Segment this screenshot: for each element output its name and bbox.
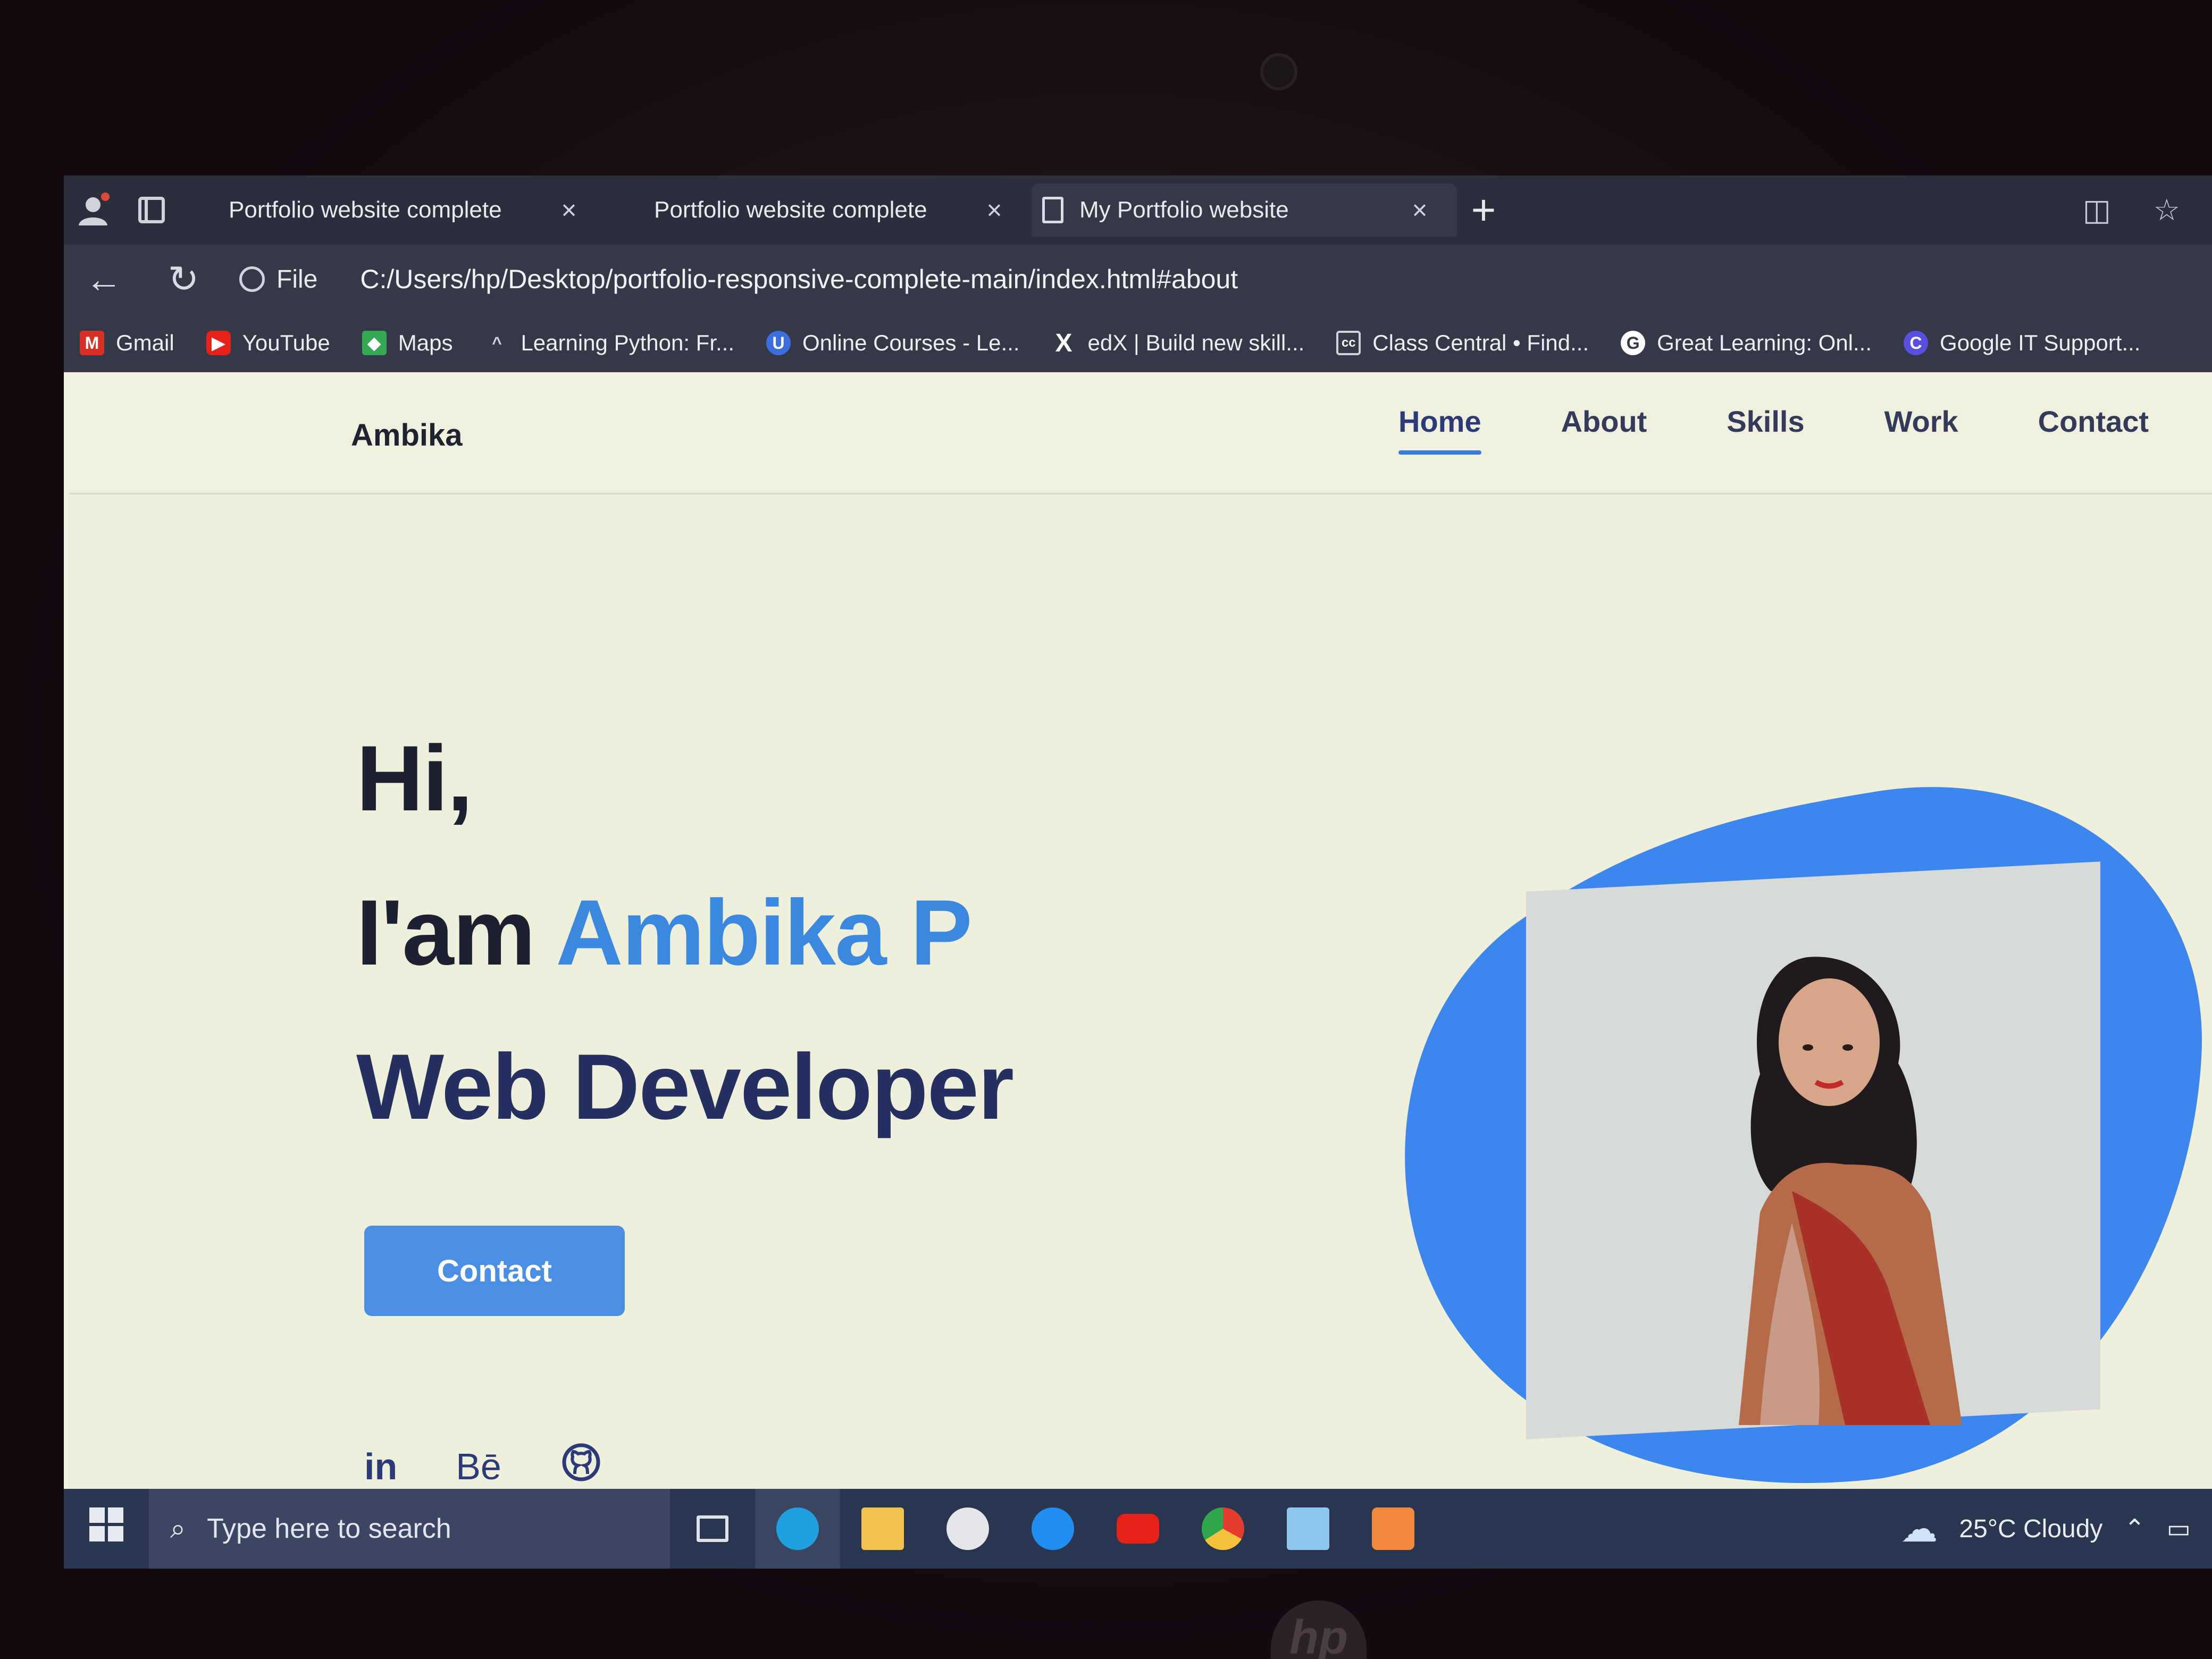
close-icon[interactable]: × [553, 195, 585, 225]
bookmark-label: Learning Python: Fr... [521, 330, 735, 355]
bookmark-great-learning[interactable]: G Great Learning: Onl... [1621, 330, 1872, 356]
url-input[interactable]: C:/Users/hp/Desktop/portfolio-responsive… [360, 264, 1238, 295]
site-header: Ambika Home About Skills Work Contact [69, 372, 2212, 495]
profile-photo-blob [1405, 787, 2202, 1484]
search-placeholder: Type here to search [207, 1513, 451, 1544]
hero-role: Web Developer [356, 1035, 1014, 1139]
address-bar: ← ↻ File C:/Users/hp/Desktop/portfolio-r… [64, 245, 2212, 314]
search-icon: ⌕ [170, 1513, 186, 1544]
nav-skills[interactable]: Skills [1727, 404, 1804, 455]
nav-home[interactable]: Home [1398, 404, 1481, 455]
bookmark-label: edX | Build new skill... [1087, 330, 1305, 355]
cloud-icon: ☁ [1900, 1508, 1938, 1549]
facebook-icon[interactable] [1010, 1489, 1095, 1569]
bookmark-label: Online Courses - Le... [802, 330, 1020, 355]
tab-label: Portfolio website complete [654, 197, 927, 223]
udemy-icon: U [766, 331, 791, 355]
close-icon[interactable]: × [1404, 195, 1436, 225]
bookmark-label: YouTube [242, 330, 330, 355]
close-icon[interactable]: × [978, 195, 1010, 225]
bookmark-icon: ^ [492, 333, 502, 353]
windows-start-icon[interactable] [64, 1507, 149, 1550]
tab-1[interactable]: Portfolio website complete × [181, 183, 606, 237]
github-icon[interactable] [560, 1441, 602, 1489]
profile-icon[interactable] [64, 175, 122, 245]
tab-3-active[interactable]: My Portfolio website × [1032, 183, 1457, 237]
tab-2[interactable]: Portfolio website complete × [606, 183, 1032, 237]
split-screen-icon[interactable]: ◫ [2083, 192, 2111, 228]
classcentral-icon: cc [1336, 331, 1361, 355]
file-label: File [276, 265, 318, 294]
tab-actions-icon[interactable] [122, 175, 181, 245]
hero-text: Hi, I'am Ambika P Web Developer [356, 702, 1014, 1164]
bookmark-label: Class Central • Find... [1372, 330, 1589, 355]
edx-icon: X [1055, 329, 1073, 357]
document-icon [1042, 197, 1063, 223]
system-tray: ☁ 25°C Cloudy ⌃ ▭ [1900, 1507, 2212, 1551]
favorites-icon[interactable]: ☆ [2154, 192, 2180, 228]
task-view-icon[interactable] [670, 1489, 755, 1569]
hero-greeting: Hi, [356, 727, 473, 831]
greatlearning-icon: G [1621, 331, 1646, 355]
bookmark-label: Great Learning: Onl... [1657, 330, 1872, 355]
toolbar-right: ◫ ☆ [2083, 192, 2212, 228]
bookmarks-bar: M Gmail ▶ YouTube ◆ Maps ^ Learning Pyth… [64, 314, 2212, 372]
back-icon[interactable]: ← [64, 258, 144, 300]
info-icon [239, 266, 265, 292]
bookmark-maps[interactable]: ◆ Maps [362, 330, 453, 356]
hero-intro: I'am Ambika P [356, 856, 1013, 1010]
maps-icon: ◆ [362, 331, 387, 355]
xampp-icon[interactable] [1351, 1489, 1436, 1569]
nav-about[interactable]: About [1561, 404, 1647, 455]
bookmark-label: Maps [398, 330, 453, 355]
webcam [1260, 53, 1297, 90]
nav-work[interactable]: Work [1884, 404, 1958, 455]
edge-icon[interactable] [755, 1489, 840, 1569]
tab-label: Portfolio website complete [229, 197, 502, 223]
contact-button[interactable]: Contact [364, 1226, 625, 1316]
file-explorer-icon[interactable] [840, 1489, 925, 1569]
tab-strip: Portfolio website complete × Portfolio w… [64, 175, 2212, 245]
weather-text[interactable]: 25°C Cloudy [1959, 1514, 2102, 1544]
linkedin-icon[interactable]: in [364, 1445, 397, 1488]
bookmark-class-central[interactable]: cc Class Central • Find... [1336, 330, 1589, 356]
youtube-icon: ▶ [206, 331, 231, 355]
chevron-up-icon[interactable]: ⌃ [2124, 1514, 2145, 1544]
chrome-icon[interactable] [1180, 1489, 1266, 1569]
bookmark-label: Gmail [116, 330, 174, 355]
nav-contact[interactable]: Contact [2038, 404, 2149, 455]
bookmark-gmail[interactable]: M Gmail [80, 330, 174, 356]
bookmark-edx[interactable]: X edX | Build new skill... [1052, 329, 1305, 357]
bookmark-learning-python[interactable]: ^ Learning Python: Fr... [484, 330, 734, 356]
bookmark-udemy[interactable]: U Online Courses - Le... [766, 330, 1020, 356]
gmail-icon: M [80, 331, 104, 355]
social-links: in Bē [364, 1441, 602, 1489]
coursera-icon: C [1904, 331, 1929, 355]
bookmark-google-it[interactable]: C Google IT Support... [1904, 330, 2140, 356]
behance-icon[interactable]: Bē [456, 1445, 501, 1488]
hero-name: Ambika P [556, 881, 972, 985]
tab-label: My Portfolio website [1079, 197, 1289, 223]
bookmark-youtube[interactable]: ▶ YouTube [206, 330, 330, 356]
bookmark-label: Google IT Support... [1940, 330, 2141, 355]
site-nav: Home About Skills Work Contact [1398, 404, 2149, 455]
user-app-icon[interactable] [925, 1489, 1010, 1569]
network-icon[interactable]: ▭ [2167, 1514, 2191, 1544]
notepad-icon[interactable] [1266, 1489, 1351, 1569]
site-brand[interactable]: Ambika [351, 417, 463, 453]
youtube-app-icon[interactable] [1095, 1489, 1180, 1569]
refresh-icon[interactable]: ↻ [144, 257, 223, 301]
site-info[interactable]: File [239, 265, 317, 294]
new-tab-button[interactable]: + [1457, 186, 1510, 234]
page-viewport: Ambika Home About Skills Work Contact Hi… [69, 372, 2212, 1489]
screen: Portfolio website complete × Portfolio w… [64, 175, 2212, 1569]
hero-intro-prefix: I'am [356, 881, 556, 985]
windows-taskbar: ⌕ Type here to search ☁ 25°C Cloudy ⌃ ▭ [64, 1489, 2212, 1569]
taskbar-search[interactable]: ⌕ Type here to search [149, 1489, 670, 1569]
